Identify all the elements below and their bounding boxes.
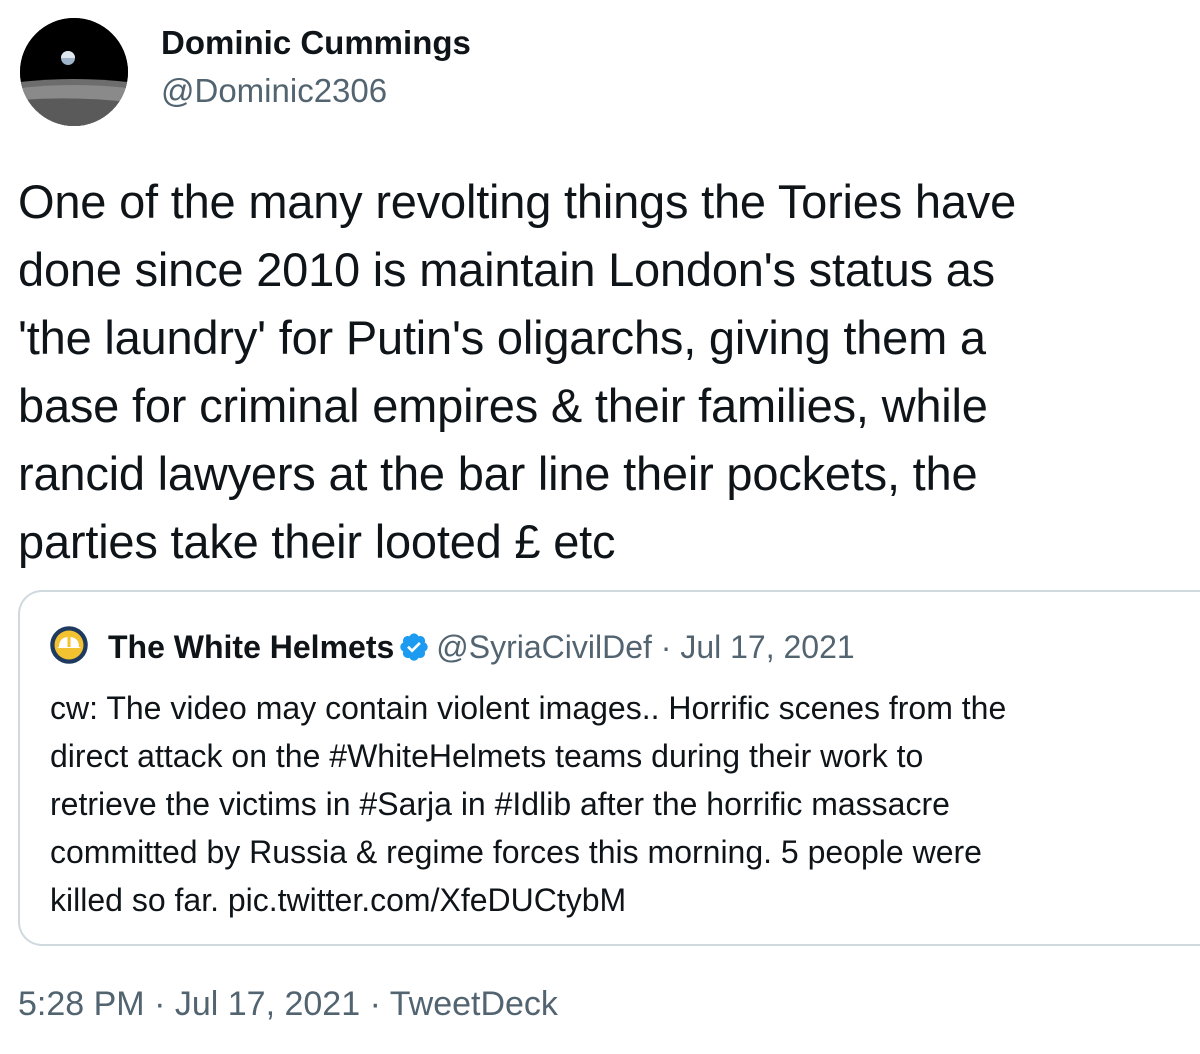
author-avatar[interactable] <box>20 18 128 126</box>
earthrise-avatar-image <box>20 18 128 126</box>
verified-badge-icon <box>398 631 430 663</box>
tweet-text: One of the many revolting things the Tor… <box>18 168 1188 576</box>
tweet-date[interactable]: Jul 17, 2021 <box>175 985 360 1023</box>
quoted-text-line: committed by Russia & regime forces this… <box>50 834 982 870</box>
tweet-text-line: One of the many revolting things the Tor… <box>18 175 1017 228</box>
author-name[interactable]: Dominic Cummings <box>161 24 471 62</box>
quoted-tweet-header: The White Helmets @SyriaCivilDef · Jul 17… <box>108 628 855 666</box>
author-handle[interactable]: @Dominic2306 <box>161 72 387 110</box>
tweet-time[interactable]: 5:28 PM <box>18 985 145 1023</box>
tweet-source[interactable]: TweetDeck <box>390 985 558 1023</box>
tweet-text-line: rancid lawyers at the bar line their poc… <box>18 447 978 500</box>
quoted-text-line: direct attack on the #WhiteHelmets teams… <box>50 738 924 774</box>
footer-separator: · <box>369 985 381 1023</box>
quoted-author-name[interactable]: The White Helmets <box>108 629 394 665</box>
meta-separator: · <box>660 629 672 665</box>
quoted-tweet-text: cw: The video may contain violent images… <box>50 684 1190 924</box>
quoted-text-line: killed so far. pic.twitter.com/XfeDUCtyb… <box>50 882 627 918</box>
tweet-text-line: base for criminal empires & their famili… <box>18 379 988 432</box>
quoted-tweet-card[interactable]: The White Helmets @SyriaCivilDef · Jul 17… <box>18 590 1200 946</box>
tweet-text-line: 'the laundry' for Putin's oligarchs, giv… <box>18 311 986 364</box>
tweet-footer: 5:28 PM · Jul 17, 2021 · TweetDeck <box>18 985 558 1024</box>
quoted-text-line: cw: The video may contain violent images… <box>50 690 1007 726</box>
tweet-text-line: parties take their looted £ etc <box>18 515 616 568</box>
tweet-text-line: done since 2010 is maintain London's sta… <box>18 243 995 296</box>
quoted-author-handle[interactable]: @SyriaCivilDef <box>436 629 652 665</box>
white-helmets-logo-icon[interactable] <box>50 626 88 664</box>
quoted-tweet-date[interactable]: Jul 17, 2021 <box>680 629 854 665</box>
footer-separator: · <box>154 985 166 1023</box>
quoted-text-line: retrieve the victims in #Sarja in #Idlib… <box>50 786 950 822</box>
